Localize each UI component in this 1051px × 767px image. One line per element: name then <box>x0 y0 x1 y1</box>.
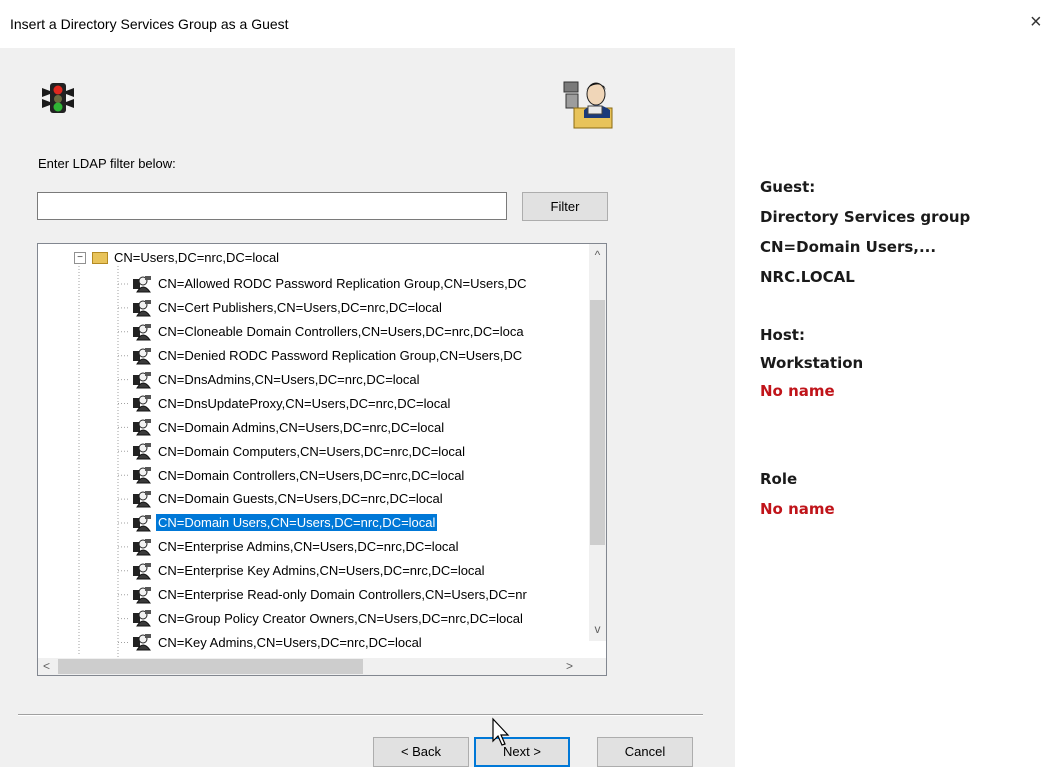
ldap-filter-label: Enter LDAP filter below: <box>38 156 176 171</box>
tree-item[interactable]: CN=Cert Publishers,CN=Users,DC=nrc,DC=lo… <box>132 296 529 320</box>
tree-item-label: CN=Domain Controllers,CN=Users,DC=nrc,DC… <box>158 467 465 483</box>
tree-item[interactable]: CN=Enterprise Read-only Domain Controlle… <box>132 583 529 607</box>
guest-domain: NRC.LOCAL <box>760 268 855 286</box>
guest-label: Guest: <box>760 178 816 196</box>
mouse-cursor-icon <box>492 717 510 746</box>
wizard-person-icon <box>563 81 613 129</box>
back-button[interactable]: < Back <box>373 737 469 767</box>
scroll-up-icon[interactable]: ^ <box>589 248 606 262</box>
host-type: Workstation <box>760 354 864 372</box>
vertical-scrollbar[interactable]: ^ v <box>589 244 606 641</box>
guest-type: Directory Services group <box>760 208 971 226</box>
host-name: No name <box>760 382 835 400</box>
scroll-left-icon[interactable]: < <box>43 658 50 675</box>
group-icon <box>133 562 151 580</box>
tree-item-label: CN=Enterprise Admins,CN=Users,DC=nrc,DC=… <box>158 539 459 555</box>
guest-name: CN=Domain Users,... <box>760 238 937 256</box>
cancel-button[interactable]: Cancel <box>597 737 693 767</box>
tree-item[interactable]: CN=DnsUpdateProxy,CN=Users,DC=nrc,DC=loc… <box>132 391 529 415</box>
group-icon <box>133 490 151 508</box>
tree-item-label: CN=Cloneable Domain Controllers,CN=Users… <box>158 324 524 340</box>
tree-item-label: CN=Cert Publishers,CN=Users,DC=nrc,DC=lo… <box>158 300 442 316</box>
role-label: Role <box>760 470 798 488</box>
tree-item[interactable]: CN=Enterprise Admins,CN=Users,DC=nrc,DC=… <box>132 535 529 559</box>
button-divider <box>18 714 703 716</box>
group-tree[interactable]: − CN=Users,DC=nrc,DC=local CN=Allowed RO… <box>37 243 607 676</box>
tree-item[interactable]: CN=Group Policy Creator Owners,CN=Users,… <box>132 606 529 630</box>
tree-root-label: CN=Users,DC=nrc,DC=local <box>114 250 280 265</box>
tree-item-label: CN=Allowed RODC Password Replication Gro… <box>158 276 527 292</box>
tree-item-label: CN=Domain Users,CN=Users,DC=nrc,DC=local <box>156 514 438 532</box>
scroll-down-icon[interactable]: v <box>589 622 606 636</box>
group-icon <box>133 586 151 604</box>
role-value: No name <box>760 500 835 518</box>
tree-item[interactable]: CN=Cloneable Domain Controllers,CN=Users… <box>132 320 529 344</box>
collapse-icon[interactable]: − <box>74 251 86 264</box>
group-icon <box>133 419 151 436</box>
group-icon <box>133 395 151 412</box>
tree-item[interactable]: CN=Key Admins,CN=Users,DC=nrc,DC=local <box>132 630 529 654</box>
group-icon <box>133 299 151 317</box>
vertical-scroll-thumb[interactable] <box>590 300 605 545</box>
tree-item[interactable]: CN=Domain Controllers,CN=Users,DC=nrc,DC… <box>132 463 529 487</box>
next-button[interactable]: Next > <box>474 737 570 767</box>
group-icon <box>133 610 151 627</box>
group-icon <box>133 538 151 556</box>
ldap-filter-input[interactable] <box>37 192 507 220</box>
group-icon <box>133 371 151 388</box>
window-title: Insert a Directory Services Group as a G… <box>10 16 289 32</box>
scroll-right-icon[interactable]: > <box>566 658 573 675</box>
tree-item-label: CN=DnsAdmins,CN=Users,DC=nrc,DC=local <box>158 372 420 387</box>
tree-item-label: CN=Domain Guests,CN=Users,DC=nrc,DC=loca… <box>158 491 443 507</box>
group-icon <box>133 634 151 651</box>
tree-item[interactable]: CN=Domain Users,CN=Users,DC=nrc,DC=local <box>132 511 529 535</box>
group-icon <box>133 275 151 293</box>
tree-item[interactable]: CN=Domain Guests,CN=Users,DC=nrc,DC=loca… <box>132 487 529 511</box>
folder-icon <box>92 251 108 264</box>
group-icon <box>133 467 151 484</box>
tree-item-label: CN=Domain Admins,CN=Users,DC=nrc,DC=loca… <box>158 419 445 435</box>
scrollbar-corner <box>589 658 606 675</box>
tree-item-label: CN=Key Admins,CN=Users,DC=nrc,DC=local <box>158 634 422 650</box>
traffic-light-icon <box>42 83 74 113</box>
group-icon <box>133 347 151 365</box>
tree-item-label: CN=DnsUpdateProxy,CN=Users,DC=nrc,DC=loc… <box>158 395 451 411</box>
host-label: Host: <box>760 326 805 344</box>
tree-item-label: CN=Domain Computers,CN=Users,DC=nrc,DC=l… <box>158 443 466 459</box>
tree-item[interactable]: CN=Denied RODC Password Replication Grou… <box>132 344 529 368</box>
tree-item-label: CN=Enterprise Key Admins,CN=Users,DC=nrc… <box>158 563 485 579</box>
filter-button[interactable]: Filter <box>522 192 608 221</box>
tree-items: CN=Allowed RODC Password Replication Gro… <box>132 272 529 654</box>
tree-item[interactable]: CN=DnsAdmins,CN=Users,DC=nrc,DC=local <box>132 368 529 392</box>
tree-item-label: CN=Denied RODC Password Replication Grou… <box>158 348 523 364</box>
horizontal-scroll-thumb[interactable] <box>58 659 363 674</box>
group-icon <box>133 514 151 532</box>
tree-item[interactable]: CN=Domain Admins,CN=Users,DC=nrc,DC=loca… <box>132 415 529 439</box>
tree-root-node[interactable]: − CN=Users,DC=nrc,DC=local <box>74 250 279 265</box>
tree-item-label: CN=Enterprise Read-only Domain Controlle… <box>158 587 527 603</box>
tree-item[interactable]: CN=Allowed RODC Password Replication Gro… <box>132 272 529 296</box>
group-icon <box>133 443 151 460</box>
horizontal-scrollbar[interactable]: < > <box>38 658 589 675</box>
group-icon <box>133 323 151 341</box>
tree-item[interactable]: CN=Domain Computers,CN=Users,DC=nrc,DC=l… <box>132 439 529 463</box>
tree-item[interactable]: CN=Enterprise Key Admins,CN=Users,DC=nrc… <box>132 559 529 583</box>
close-icon[interactable]: × <box>1030 12 1042 32</box>
tree-item-label: CN=Group Policy Creator Owners,CN=Users,… <box>158 610 523 626</box>
